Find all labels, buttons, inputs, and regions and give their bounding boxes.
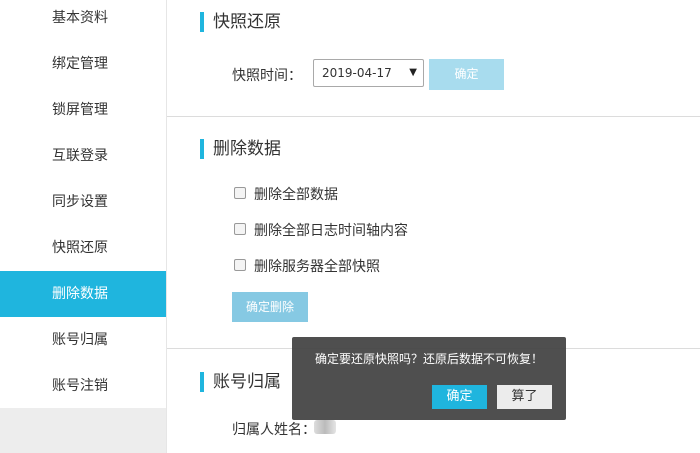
- sidebar-item-basic-info[interactable]: 基本资料: [0, 0, 166, 41]
- sidebar-item-account-cancel[interactable]: 账号注销: [0, 363, 166, 409]
- sidebar-item-interconnect-login[interactable]: 互联登录: [0, 133, 166, 179]
- delete-section-title: 删除数据: [200, 138, 281, 160]
- snapshot-section-title: 快照还原: [200, 11, 281, 33]
- sidebar-item-lockscreen[interactable]: 锁屏管理: [0, 87, 166, 133]
- confirm-delete-button[interactable]: 确定删除: [232, 292, 308, 322]
- sidebar-item-sync-settings[interactable]: 同步设置: [0, 179, 166, 225]
- snapshot-confirm-button[interactable]: 确定: [429, 59, 504, 90]
- sidebar-item-snapshot-restore[interactable]: 快照还原: [0, 225, 166, 271]
- sidebar: 基本资料 绑定管理 锁屏管理 互联登录 同步设置 快照还原 删除数据 账号归属 …: [0, 0, 167, 453]
- snapshot-time-label: 快照时间：: [232, 68, 302, 84]
- delete-option-all-data[interactable]: 删除全部数据: [234, 186, 338, 204]
- sidebar-item-account-ownership[interactable]: 账号归属: [0, 317, 166, 363]
- section-divider: [167, 116, 700, 117]
- checkbox[interactable]: [234, 259, 246, 271]
- delete-option-label: 删除服务器全部快照: [254, 259, 380, 275]
- checkbox[interactable]: [234, 187, 246, 199]
- checkbox[interactable]: [234, 223, 246, 235]
- owner-name-blurred: [314, 420, 336, 434]
- snapshot-date-select[interactable]: 2019-04-17 ▼: [313, 59, 424, 87]
- dropdown-arrow-icon: ▼: [409, 67, 417, 78]
- snapshot-date-value: 2019-04-17: [322, 66, 392, 80]
- dialog-cancel-button[interactable]: 算了: [497, 385, 552, 409]
- owner-name-label: 归属人姓名：: [232, 422, 316, 438]
- sidebar-bottom-fill: [0, 408, 166, 453]
- sidebar-item-binding[interactable]: 绑定管理: [0, 41, 166, 87]
- delete-option-label: 删除全部日志时间轴内容: [254, 223, 408, 239]
- sidebar-item-delete-data[interactable]: 删除数据: [0, 271, 166, 317]
- dialog-message: 确定要还原快照吗？还原后数据不可恢复！: [314, 352, 543, 366]
- delete-option-label: 删除全部数据: [254, 187, 338, 203]
- dialog-ok-button[interactable]: 确定: [432, 385, 487, 409]
- ownership-section-title: 账号归属: [200, 371, 281, 393]
- delete-option-server-snapshots[interactable]: 删除服务器全部快照: [234, 258, 380, 276]
- confirm-dialog: 确定要还原快照吗？还原后数据不可恢复！ 确定 算了: [292, 337, 566, 420]
- delete-option-timeline[interactable]: 删除全部日志时间轴内容: [234, 222, 408, 240]
